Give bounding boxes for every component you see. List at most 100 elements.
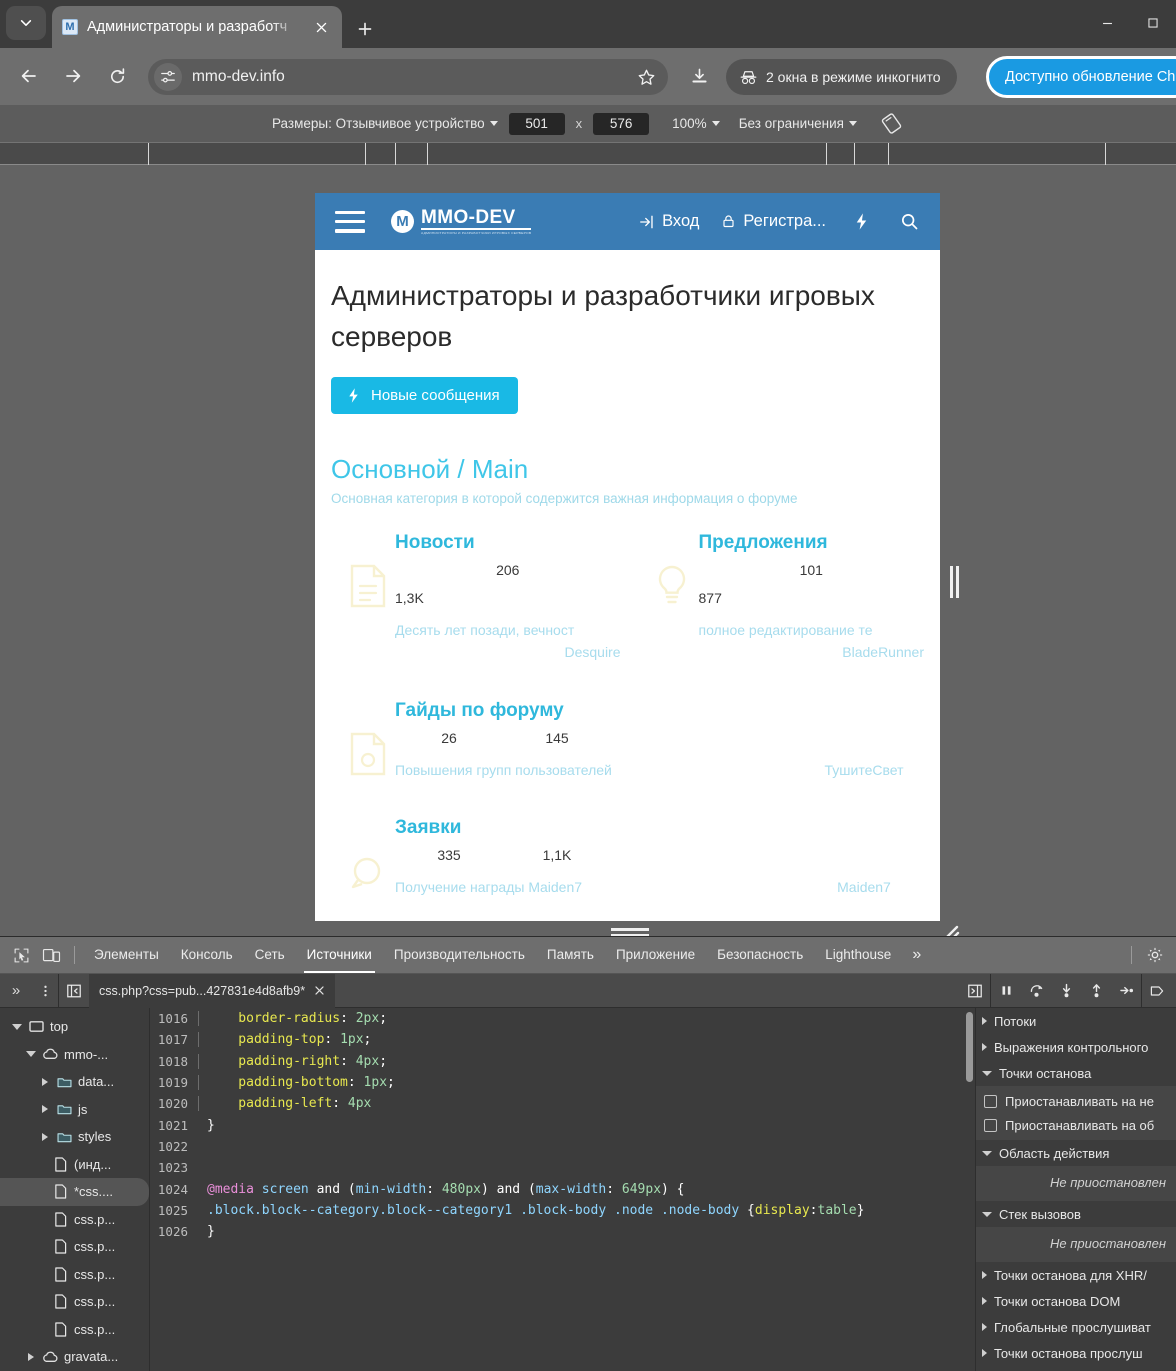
zoom-dropdown[interactable]: 100% xyxy=(672,116,720,131)
sources-navigator-tree[interactable]: top mmo-... data... js styles (инд... *c… xyxy=(0,1008,150,1371)
tree-item-js[interactable]: js xyxy=(0,1096,149,1124)
twisty-closed-icon[interactable] xyxy=(38,1132,51,1141)
node-title[interactable]: Гайды по форуму xyxy=(395,700,924,722)
downloads-button[interactable] xyxy=(682,59,716,93)
tree-item-mmo-dev[interactable]: mmo-... xyxy=(0,1041,149,1069)
code-text[interactable]: padding-bottom: 1px; xyxy=(198,1075,975,1091)
viewport-height-input[interactable] xyxy=(593,112,650,135)
code-text[interactable]: } xyxy=(198,1224,975,1239)
inspect-element-button[interactable] xyxy=(6,941,36,969)
tree-item-styles[interactable]: styles xyxy=(0,1123,149,1151)
tab-sources[interactable]: Источники xyxy=(296,937,383,973)
bookmark-star-icon[interactable] xyxy=(634,65,658,89)
node-title[interactable]: Предложения xyxy=(699,532,925,554)
new-tab-button[interactable] xyxy=(350,14,380,44)
show-debugger-sidebar-button[interactable] xyxy=(960,974,990,1008)
step-button[interactable] xyxy=(1111,974,1141,1008)
tree-item-css-4[interactable]: css.p... xyxy=(0,1288,149,1316)
node-last-post-title[interactable]: Получение награды Maiden7 xyxy=(395,877,804,899)
login-link[interactable]: Вход xyxy=(639,212,699,231)
step-over-button[interactable] xyxy=(1021,974,1051,1008)
chrome-update-button[interactable]: Доступно обновление Ch xyxy=(986,56,1176,98)
accordion-scope[interactable]: Область действия xyxy=(976,1140,1176,1166)
twisty-closed-icon[interactable] xyxy=(24,1352,37,1361)
incognito-indicator[interactable]: 2 окна в режиме инкогнито xyxy=(726,59,957,95)
forward-button[interactable] xyxy=(56,59,90,93)
accordion-global-listeners[interactable]: Глобальные прослушиват xyxy=(976,1314,1176,1340)
device-ruler[interactable] xyxy=(0,143,1176,165)
browser-tab[interactable]: M Администраторы и разработч xyxy=(52,6,342,48)
node-last-post-title[interactable]: Повышения групп пользователей xyxy=(395,760,804,782)
tab-search-button[interactable] xyxy=(6,6,46,40)
node-last-post-author[interactable]: Desquire xyxy=(395,642,620,664)
code-text[interactable]: .block.block--category.block--category1 … xyxy=(198,1203,975,1218)
tree-item-selected-css[interactable]: *css.... xyxy=(0,1178,149,1206)
collapse-navigator-button[interactable] xyxy=(59,974,89,1008)
node-title[interactable]: Новости xyxy=(395,532,621,554)
tab-performance[interactable]: Производительность xyxy=(383,937,536,973)
source-code-editor[interactable]: 1016 border-radius: 2px; 1017 padding-to… xyxy=(150,1008,975,1371)
sidebar-expand-button[interactable]: » xyxy=(0,974,32,1008)
twisty-open-icon[interactable] xyxy=(10,1023,23,1030)
navigator-more-options-button[interactable] xyxy=(32,974,58,1008)
accordion-call-stack[interactable]: Стек вызовов xyxy=(976,1201,1176,1227)
window-maximize-button[interactable] xyxy=(1130,0,1176,46)
tab-application[interactable]: Приложение xyxy=(605,937,706,973)
close-icon[interactable] xyxy=(314,985,325,996)
viewport-width-input[interactable] xyxy=(508,112,565,135)
tree-item-data[interactable]: data... xyxy=(0,1068,149,1096)
code-text[interactable]: padding-right: 4px; xyxy=(198,1053,975,1069)
code-text[interactable]: padding-top: 1px; xyxy=(198,1032,975,1048)
tab-network[interactable]: Сеть xyxy=(244,937,296,973)
node-last-post-author[interactable]: ТушитеСвет xyxy=(804,760,924,782)
accordion-xhr-breakpoints[interactable]: Точки останова для XHR/ xyxy=(976,1262,1176,1288)
tab-memory[interactable]: Память xyxy=(536,937,605,973)
step-out-button[interactable] xyxy=(1081,974,1111,1008)
search-button[interactable] xyxy=(896,209,922,235)
tree-item-css-1[interactable]: css.p... xyxy=(0,1206,149,1234)
tab-console[interactable]: Консоль xyxy=(170,937,244,973)
viewport-resize-handle-corner[interactable] xyxy=(939,922,961,936)
window-minimize-button[interactable] xyxy=(1084,0,1130,46)
tree-item-css-3[interactable]: css.p... xyxy=(0,1261,149,1289)
accordion-watch[interactable]: Выражения контрольного xyxy=(976,1034,1176,1060)
tree-item-gravatar[interactable]: gravata... xyxy=(0,1343,149,1371)
throttling-dropdown[interactable]: Без ограничения xyxy=(739,116,857,131)
node-last-post-author[interactable]: BladeRunner xyxy=(699,642,924,664)
accordion-threads[interactable]: Потоки xyxy=(976,1008,1176,1034)
tab-close-icon[interactable] xyxy=(310,16,332,38)
accordion-breakpoints[interactable]: Точки останова xyxy=(976,1060,1176,1086)
tab-elements[interactable]: Элементы xyxy=(83,937,170,973)
device-toolbar-toggle-button[interactable] xyxy=(36,941,66,969)
devtools-settings-button[interactable] xyxy=(1140,941,1170,969)
menu-hamburger-icon[interactable] xyxy=(335,210,365,233)
twisty-closed-icon[interactable] xyxy=(38,1077,51,1086)
code-text[interactable]: padding-left: 4px xyxy=(198,1096,975,1112)
tab-security[interactable]: Безопасность xyxy=(706,937,814,973)
step-into-button[interactable] xyxy=(1051,974,1081,1008)
source-file-tab[interactable]: css.php?css=pub...427831e4d8afb9* xyxy=(89,973,336,1008)
site-settings-icon[interactable] xyxy=(154,63,182,91)
node-last-post-title[interactable]: полное редактирование те xyxy=(699,622,873,638)
node-last-post-author[interactable]: Maiden7 xyxy=(804,877,924,899)
new-posts-bolt-button[interactable] xyxy=(848,209,874,235)
tree-item-top[interactable]: top xyxy=(0,1013,149,1041)
code-text[interactable]: border-radius: 2px; xyxy=(198,1011,975,1027)
register-link[interactable]: Регистра... xyxy=(721,212,826,231)
category-title[interactable]: Основной / Main xyxy=(331,454,924,485)
checkbox[interactable] xyxy=(984,1118,997,1132)
code-text[interactable]: @media screen and (min-width: 480px) and… xyxy=(198,1182,975,1197)
site-logo[interactable]: M MMO-DEV АДМИНИСТРАТОРЫ И РАЗРАБОТЧИКИ … xyxy=(391,208,532,235)
device-preset-dropdown[interactable]: Размеры: Отзывчивое устройство xyxy=(272,116,498,131)
reload-button[interactable] xyxy=(100,59,134,93)
tree-item-css-5[interactable]: css.p... xyxy=(0,1316,149,1344)
editor-scrollbar[interactable] xyxy=(966,1012,973,1082)
accordion-dom-breakpoints[interactable]: Точки останова DOM xyxy=(976,1288,1176,1314)
pause-on-uncaught-exceptions-row[interactable]: Приостанавливать на не xyxy=(976,1089,1176,1113)
twisty-open-icon[interactable] xyxy=(24,1051,37,1058)
more-tabs-button[interactable]: » xyxy=(902,946,931,964)
tree-item-css-2[interactable]: css.p... xyxy=(0,1233,149,1261)
code-text[interactable]: } xyxy=(198,1118,975,1133)
twisty-closed-icon[interactable] xyxy=(38,1105,51,1114)
emulated-viewport[interactable]: M MMO-DEV АДМИНИСТРАТОРЫ И РАЗРАБОТЧИКИ … xyxy=(315,193,940,921)
